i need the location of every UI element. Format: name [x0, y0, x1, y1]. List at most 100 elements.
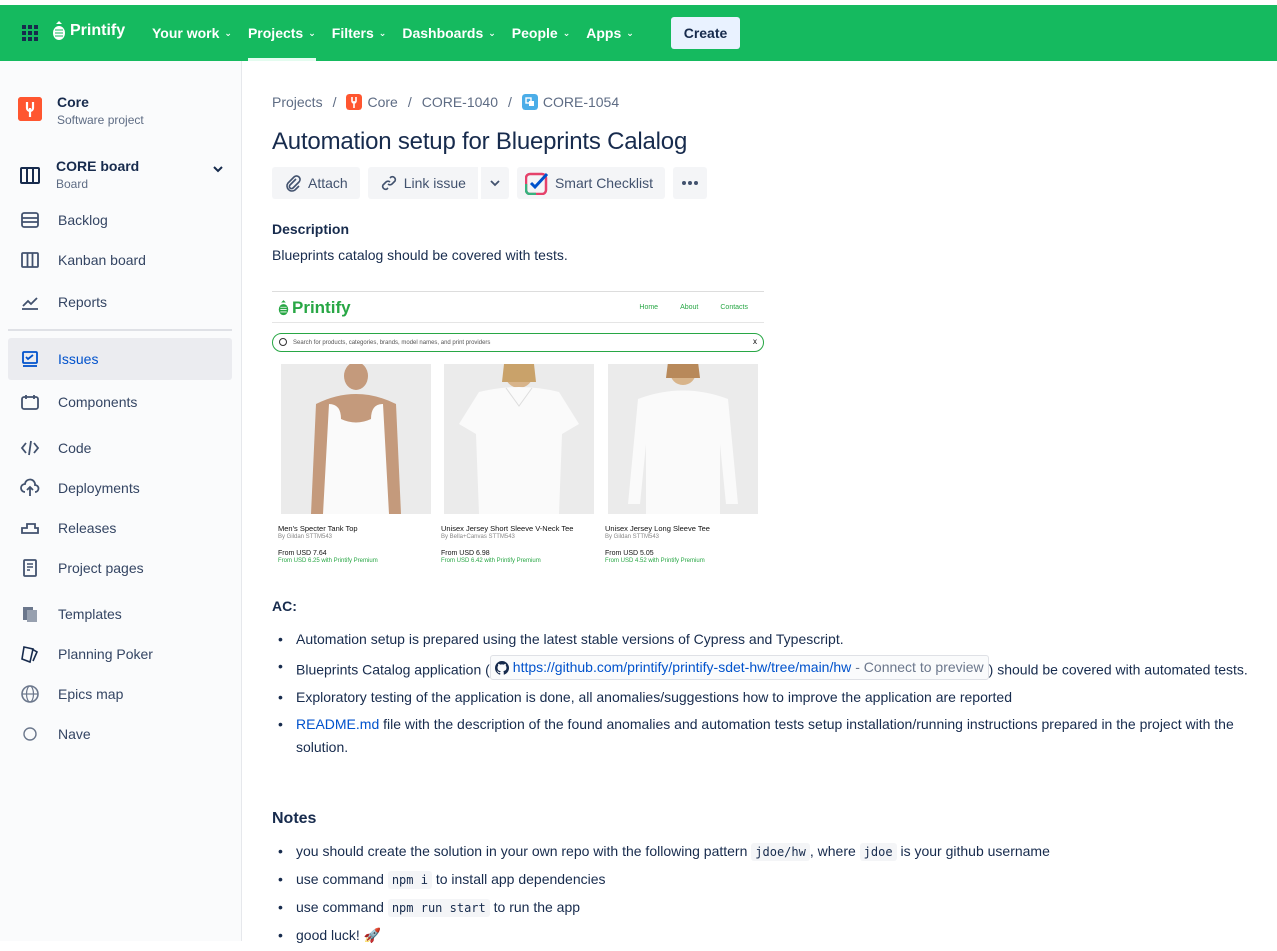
project-avatar-icon	[18, 97, 42, 121]
more-actions-button[interactable]	[673, 167, 707, 199]
breadcrumb-project-label: Core	[367, 94, 398, 110]
sidebar-item-nave[interactable]: Nave	[8, 714, 232, 754]
sidebar-item-backlog[interactable]: Backlog	[8, 200, 232, 240]
product-image-long-sleeve-tee	[608, 364, 758, 514]
product-card: Unisex Jersey Short Sleeve V-Neck Tee By…	[441, 364, 594, 564]
list-item: good luck! 🚀	[272, 924, 1272, 947]
board-name: CORE board	[56, 158, 140, 174]
subtask-icon	[521, 94, 538, 110]
sidebar-item-label: Nave	[58, 726, 91, 742]
smart-checklist-icon	[524, 172, 549, 195]
breadcrumb-current-issue[interactable]: CORE-1054	[521, 94, 619, 110]
deployments-icon	[20, 478, 40, 496]
kanban-icon	[21, 252, 39, 268]
note-text: to install app dependencies	[431, 871, 606, 887]
sidebar-item-label: Templates	[58, 606, 122, 622]
link-issue-button[interactable]: Link issue	[367, 167, 478, 199]
breadcrumb-parent-issue[interactable]: CORE-1040	[422, 94, 498, 110]
breadcrumb-project[interactable]: Core	[346, 94, 398, 110]
nav-apps[interactable]: Apps ⌄	[578, 5, 642, 61]
nav-filters[interactable]: Filters ⌄	[324, 5, 395, 61]
sidebar-item-issues[interactable]: Issues	[8, 338, 232, 380]
sidebar-item-code[interactable]: Code	[8, 428, 232, 468]
sidebar-item-planning-poker[interactable]: Planning Poker	[8, 634, 232, 674]
sidebar-item-reports[interactable]: Reports	[8, 282, 232, 322]
product-premium-price: From USD 6.42 with Printify Premium	[441, 558, 541, 564]
sidebar-item-deployments[interactable]: Deployments	[8, 468, 232, 508]
sidebar-item-components[interactable]: Components	[8, 382, 232, 422]
product-price: From USD 6.98	[441, 550, 490, 557]
inline-code: jdoe	[859, 843, 897, 861]
readme-link[interactable]: README.md	[296, 716, 379, 732]
issues-icon	[22, 351, 38, 367]
ac-item-text: Exploratory testing of the application i…	[296, 688, 1012, 705]
inline-code: npm run start	[387, 899, 490, 917]
link-issue-dropdown[interactable]	[478, 167, 509, 199]
link-icon	[381, 175, 396, 191]
note-text: , where	[809, 843, 860, 859]
screenshot-brand: Printify	[292, 298, 351, 317]
sidebar-item-epics-map[interactable]: Epics map	[8, 674, 232, 714]
nav-projects[interactable]: Projects ⌄	[240, 5, 324, 61]
nav-your-work[interactable]: Your work ⌄	[144, 5, 240, 61]
chevron-down-icon: ⌄	[224, 27, 232, 38]
pages-icon	[23, 559, 37, 577]
ac-heading: AC:	[272, 598, 297, 614]
poker-icon	[21, 646, 39, 664]
sidebar-item-label: Planning Poker	[58, 646, 153, 662]
sidebar-item-project-pages[interactable]: Project pages	[8, 548, 232, 588]
top-navigation-bar: Printify Your work ⌄ Projects ⌄ Filters ⌄ D…	[0, 5, 1277, 61]
github-smart-link[interactable]: https://github.com/printify/printify-sde…	[489, 655, 989, 680]
screenshot-search: Search for products, categories, brands,…	[272, 333, 764, 352]
breadcrumb: Projects / Core / CORE-1040 / CORE-1054	[272, 94, 619, 110]
board-icon	[20, 167, 40, 184]
github-link[interactable]: https://github.com/printify/printify-sde…	[513, 656, 851, 679]
screenshot-nav: Home About Contacts	[639, 304, 748, 311]
product-price: From USD 7.64	[278, 550, 327, 557]
attach-button[interactable]: Attach	[272, 167, 360, 199]
list-item: Automation setup is prepared using the l…	[272, 628, 1272, 651]
list-item: use command npm run start to run the app	[272, 896, 1272, 920]
app-switcher-icon[interactable]	[22, 25, 38, 41]
product-image-vneck-tee	[444, 364, 594, 514]
sidebar-item-releases[interactable]: Releases	[8, 508, 232, 548]
product-price: From USD 5.05	[605, 550, 654, 557]
product-card: Men's Specter Tank Top By Gildan STTM543…	[278, 364, 431, 564]
screenshot-link-home: Home	[639, 304, 659, 311]
nav-label: Your work	[152, 25, 220, 41]
sidebar-item-templates[interactable]: Templates	[8, 594, 232, 634]
sidebar-item-label: Project pages	[58, 560, 144, 576]
attached-screenshot[interactable]: Printify Home About Contacts Search for …	[272, 291, 764, 576]
issue-title[interactable]: Automation setup for Blueprints Calalog	[272, 128, 687, 156]
product-name: Unisex Jersey Long Sleeve Tee	[605, 524, 710, 533]
ac-item-text: file with the description of the found a…	[296, 715, 1234, 755]
printify-logo[interactable]: Printify	[52, 21, 125, 41]
connect-preview-link[interactable]: - Connect to preview	[855, 656, 983, 679]
screenshot-link-about: About	[680, 304, 699, 311]
sidebar-item-label: Code	[58, 440, 92, 456]
screenshot-divider	[272, 322, 764, 323]
project-header[interactable]: Core Software project	[18, 94, 144, 127]
sidebar-item-kanban-board[interactable]: Kanban board	[8, 240, 232, 280]
product-brand: By Bella+Canvas STTM543	[441, 534, 515, 540]
releases-icon	[21, 523, 39, 534]
breadcrumb-projects[interactable]: Projects	[272, 94, 323, 110]
product-premium-price: From USD 6.25 with Printify Premium	[278, 558, 378, 564]
nav-dashboards[interactable]: Dashboards ⌄	[394, 5, 503, 61]
code-icon	[20, 440, 40, 456]
create-button[interactable]: Create	[671, 17, 740, 49]
nav-label: Dashboards	[402, 25, 484, 41]
project-icon	[346, 94, 363, 110]
search-icon	[279, 338, 287, 346]
github-icon	[494, 660, 509, 675]
description-heading: Description	[272, 221, 350, 237]
note-text: use command	[296, 899, 388, 915]
nav-people[interactable]: People ⌄	[504, 5, 578, 61]
issue-actions: Attach Link issue Smart Checklist	[272, 167, 707, 199]
chevron-down-icon[interactable]	[212, 163, 224, 178]
notes-list: you should create the solution in your o…	[272, 840, 1272, 951]
board-selector[interactable]: CORE board Board	[18, 158, 230, 191]
smart-checklist-button[interactable]: Smart Checklist	[516, 167, 665, 199]
sidebar-item-label: Epics map	[58, 686, 124, 702]
screenshot-link-contacts: Contacts	[720, 304, 748, 311]
